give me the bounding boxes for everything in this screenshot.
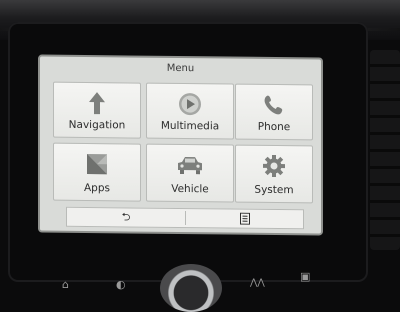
home-icon[interactable]: ⌂ xyxy=(62,278,69,291)
phone-icon xyxy=(236,91,312,120)
tile-phone[interactable]: Phone xyxy=(235,84,313,141)
navigation-arrow-icon xyxy=(54,89,140,118)
tile-label: Phone xyxy=(236,121,312,134)
tile-label: Navigation xyxy=(54,119,140,132)
display-icon[interactable]: ◐ xyxy=(116,278,126,291)
tile-label: Apps xyxy=(54,182,140,195)
air-vent xyxy=(370,50,400,250)
assist-icon[interactable]: ⋀⋀ xyxy=(250,278,265,288)
tile-system[interactable]: System xyxy=(235,145,313,204)
tile-navigation[interactable]: Navigation xyxy=(53,82,141,139)
tile-apps[interactable]: Apps xyxy=(53,143,141,202)
tile-label: Multimedia xyxy=(147,120,233,133)
back-button[interactable]: ⮌ xyxy=(67,208,185,227)
infotainment-screen: Menu Navigation Multimedia Phone Apps Ve… xyxy=(38,55,323,236)
screen-title: Menu xyxy=(40,62,321,76)
gear-icon xyxy=(236,152,312,181)
back-icon: ⮌ xyxy=(122,208,131,227)
volume-knob[interactable] xyxy=(160,264,222,312)
tile-label: Vehicle xyxy=(147,183,233,196)
play-icon xyxy=(147,90,233,119)
tile-vehicle[interactable]: Vehicle xyxy=(146,144,234,203)
phone-hw-icon[interactable]: ▣ xyxy=(300,270,310,283)
apps-icon xyxy=(54,150,140,179)
bottom-bar: ⮌ xyxy=(66,207,304,229)
car-icon xyxy=(147,151,233,180)
list-button[interactable] xyxy=(186,209,304,228)
tile-label: System xyxy=(236,184,312,197)
tile-multimedia[interactable]: Multimedia xyxy=(146,83,234,140)
list-icon xyxy=(240,213,250,225)
